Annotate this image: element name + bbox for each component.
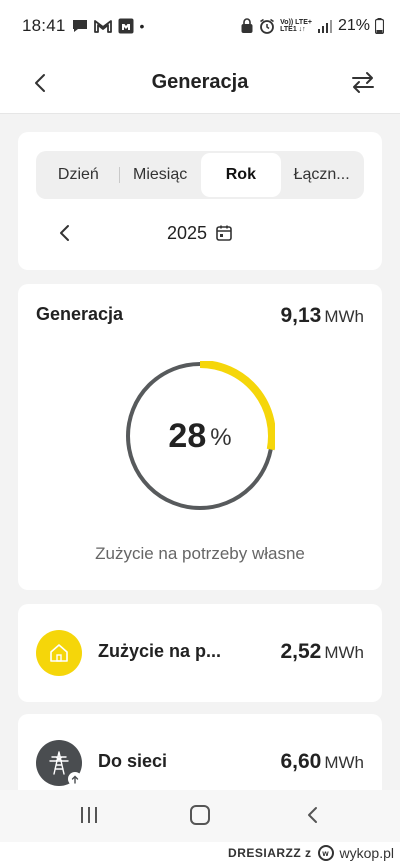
self-consumption-total: 2,52 MWh (280, 640, 364, 664)
watermark-author: DRESIARZZ z (228, 846, 312, 860)
back-button[interactable] (26, 69, 54, 97)
status-dot: • (139, 18, 145, 34)
app-m-icon (118, 18, 134, 34)
to-grid-label: Do sieci (98, 751, 168, 771)
donut-caption: Zużycie na potrzeby własne (95, 544, 305, 563)
tab-total[interactable]: Łączn... (281, 153, 362, 197)
app-header: Generacja (0, 52, 400, 114)
generation-title: Generacja (36, 304, 124, 324)
wykop-logo-icon: w (317, 845, 334, 861)
power-pylon-icon-badge (36, 740, 82, 786)
system-back-button[interactable] (302, 804, 324, 826)
home-icon-badge (36, 630, 82, 676)
year-selector: 2025 (18, 216, 382, 250)
battery-percent: 21% (337, 17, 370, 34)
watermark: DRESIARZZ z w wykop.pl (0, 842, 400, 864)
chevron-left-icon (308, 807, 317, 823)
alarm-icon (259, 18, 275, 34)
to-grid-value: 6,60 (280, 750, 322, 773)
system-nav-bar (0, 790, 400, 842)
chevron-left-icon (35, 74, 45, 92)
percent-sign: % (210, 424, 232, 451)
generation-total: 9,13 MWh (280, 304, 364, 328)
home-icon (50, 644, 68, 662)
percent-value: 28 (168, 416, 207, 455)
self-consumption-value: 2,52 (280, 640, 322, 663)
signal-icon (317, 19, 333, 33)
gmail-icon (93, 19, 112, 33)
lte-indicator: Vo)) LTE+ LTE1 ↓↑ (280, 19, 312, 33)
recent-apps-button[interactable] (78, 807, 100, 825)
message-icon (72, 19, 88, 33)
lock-alarm-icon (240, 18, 254, 34)
self-consumption-unit: MWh (324, 643, 364, 662)
calendar-icon[interactable] (215, 224, 233, 242)
year-label[interactable]: 2025 (167, 223, 207, 244)
tab-day[interactable]: Dzień (38, 153, 119, 197)
generation-card: Generacja 9,13 MWh 28 % Zużycie na potrze… (18, 284, 382, 590)
watermark-site: wykop.pl (339, 845, 394, 861)
to-grid-unit: MWh (324, 753, 364, 772)
chevron-left-icon (60, 225, 69, 241)
battery-icon (375, 18, 384, 34)
status-time: 18:41 (22, 16, 66, 35)
self-consumption-row[interactable]: Zużycie na p... 2,52 MWh (18, 604, 382, 702)
period-card: Dzień Miesiąc Rok Łączn... 2025 (18, 132, 382, 270)
donut-percent: 28 % (125, 361, 275, 511)
period-tabs: Dzień Miesiąc Rok Łączn... (36, 151, 364, 199)
generation-value: 9,13 (280, 304, 322, 327)
status-bar: 18:41 • Vo)) LTE+ LTE1 ↓↑ 21% (0, 0, 400, 52)
tab-month[interactable]: Miesiąc (120, 153, 201, 197)
page-title: Generacja (151, 71, 249, 93)
power-pylon-icon (49, 751, 69, 775)
to-grid-total: 6,60 MWh (280, 750, 364, 774)
generation-unit: MWh (324, 307, 364, 326)
tab-year[interactable]: Rok (200, 153, 282, 197)
swap-button[interactable] (348, 67, 378, 97)
swap-arrows-icon (352, 72, 374, 93)
export-arrow-icon (68, 772, 82, 786)
self-consumption-label: Zużycie na p... (98, 641, 222, 661)
home-button[interactable] (190, 805, 210, 825)
previous-year-button[interactable] (52, 220, 78, 246)
